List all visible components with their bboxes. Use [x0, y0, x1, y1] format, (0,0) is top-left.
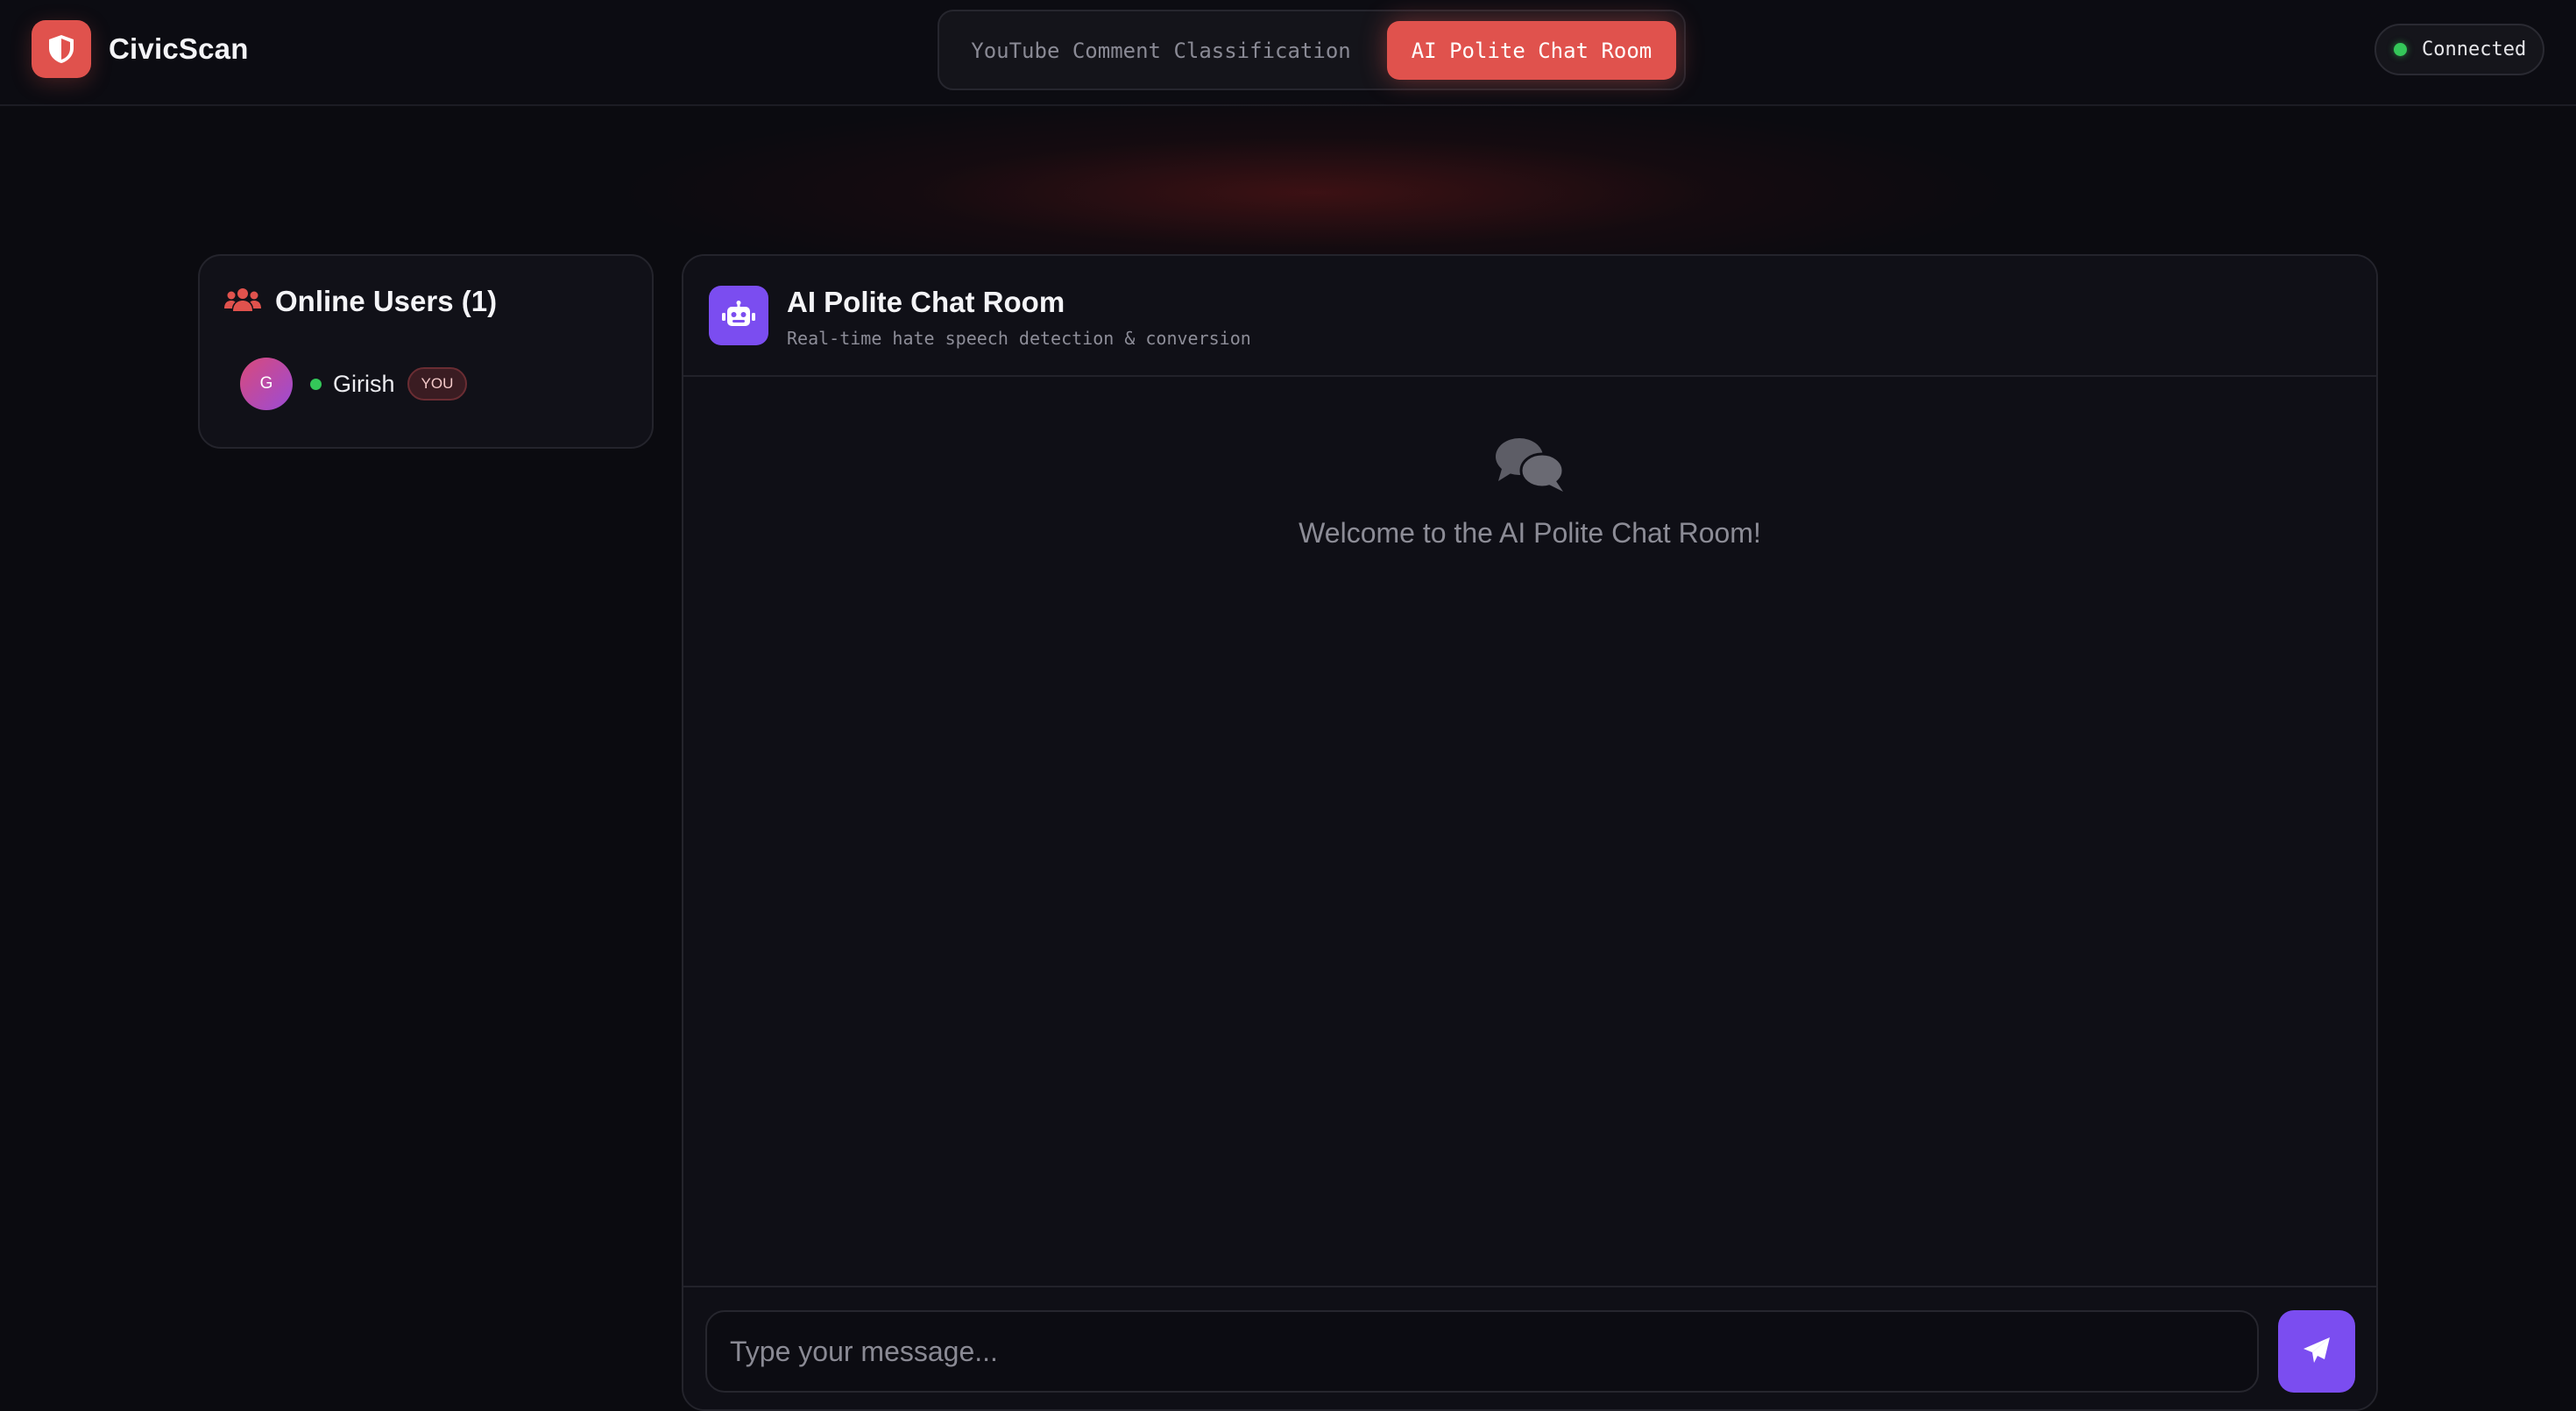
online-users-panel: Online Users (1) G Girish YOU	[198, 254, 654, 449]
online-dot-icon	[310, 378, 322, 390]
you-badge: YOU	[407, 367, 468, 401]
brand[interactable]: CivicScan	[32, 20, 249, 78]
welcome-message: Welcome to the AI Polite Chat Room!	[683, 436, 2376, 550]
brand-name: CivicScan	[109, 32, 249, 65]
robot-icon	[709, 286, 768, 345]
paper-plane-icon	[2302, 1337, 2332, 1367]
user-list-item[interactable]: G Girish YOU	[240, 358, 468, 410]
chat-title: AI Polite Chat Room	[787, 286, 1065, 318]
message-input[interactable]	[705, 1310, 2259, 1393]
connection-status-label: Connected	[2422, 39, 2527, 60]
chat-subtitle: Real-time hate speech detection & conver…	[787, 328, 1251, 349]
shield-icon	[32, 20, 91, 78]
chat-panel: AI Polite Chat Room Real-time hate speec…	[682, 254, 2378, 1411]
main-nav: YouTube Comment Classification AI Polite…	[938, 10, 1686, 90]
connection-status: Connected	[2374, 24, 2544, 75]
status-dot-icon	[2394, 43, 2407, 56]
user-name: Girish	[333, 370, 395, 397]
welcome-text: Welcome to the AI Polite Chat Room!	[1299, 517, 1761, 549]
top-bar: CivicScan YouTube Comment Classification…	[0, 0, 2576, 106]
users-icon	[224, 287, 261, 317]
send-button[interactable]	[2278, 1310, 2355, 1393]
tab-youtube-comment-classification[interactable]: YouTube Comment Classification	[952, 21, 1370, 80]
tab-ai-polite-chat-room[interactable]: AI Polite Chat Room	[1387, 21, 1676, 80]
message-composer	[683, 1286, 2376, 1409]
online-users-header: Online Users (1)	[224, 285, 497, 318]
chat-header: AI Polite Chat Room Real-time hate speec…	[683, 256, 2376, 377]
online-users-title: Online Users (1)	[275, 285, 498, 317]
chat-bubbles-icon	[1493, 436, 1567, 498]
avatar: G	[240, 358, 293, 410]
